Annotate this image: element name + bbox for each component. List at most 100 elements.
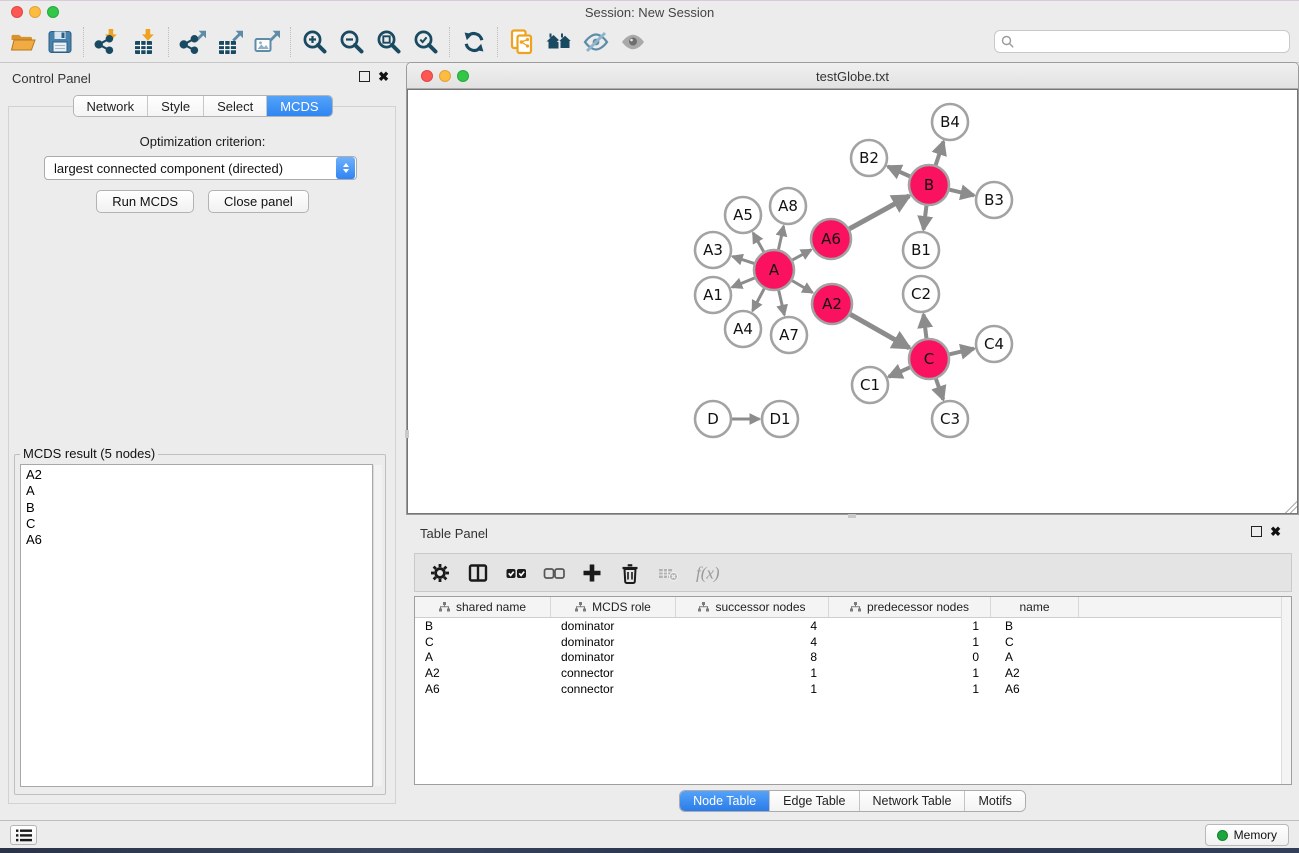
tab-node-table[interactable]: Node Table <box>680 791 769 811</box>
table-cell[interactable]: A <box>415 650 551 666</box>
edge-A-A1[interactable] <box>732 278 755 287</box>
network-window-titlebar[interactable]: testGlobe.txt <box>407 63 1298 89</box>
tab-style[interactable]: Style <box>147 96 203 116</box>
search-input[interactable] <box>1015 35 1289 49</box>
delete-table-button[interactable] <box>657 561 679 585</box>
table-cell[interactable]: connector <box>551 681 676 697</box>
edge-B-B1[interactable] <box>924 206 927 230</box>
table-cell[interactable]: 1 <box>829 681 991 697</box>
column-header-shared-name[interactable]: shared name <box>415 597 551 617</box>
edge-C-C2[interactable] <box>924 314 927 338</box>
run-mcds-button[interactable]: Run MCDS <box>96 190 194 213</box>
table-close-panel-icon[interactable]: ✖ <box>1270 526 1281 537</box>
tab-motifs[interactable]: Motifs <box>964 791 1024 811</box>
search-box[interactable] <box>994 30 1290 53</box>
edge-A-A5[interactable] <box>753 233 764 252</box>
table-row[interactable]: Adominator80A <box>415 650 1291 666</box>
table-row[interactable]: Bdominator41B <box>415 618 1291 634</box>
table-cell[interactable]: B <box>991 618 1079 634</box>
table-row[interactable]: A6connector11A6 <box>415 681 1291 697</box>
import-network-button[interactable] <box>89 25 126 59</box>
vertical-splitter-handle[interactable] <box>405 430 409 438</box>
table-cell[interactable]: A6 <box>415 681 551 697</box>
tab-network-table[interactable]: Network Table <box>859 791 965 811</box>
table-cell[interactable]: connector <box>551 665 676 681</box>
zoom-selected-button[interactable] <box>407 25 444 59</box>
close-panel-button[interactable]: Close panel <box>208 190 309 213</box>
table-cell[interactable]: C <box>991 634 1079 650</box>
zoom-in-button[interactable] <box>296 25 333 59</box>
table-cell[interactable]: A2 <box>415 665 551 681</box>
export-network-button[interactable] <box>174 25 211 59</box>
tab-edge-table[interactable]: Edge Table <box>769 791 858 811</box>
result-scrollbar[interactable] <box>373 465 382 786</box>
deselect-all-checkboxes-button[interactable] <box>543 561 565 585</box>
edge-C-C4[interactable] <box>949 349 974 355</box>
network-overview-button[interactable] <box>503 25 540 59</box>
table-cell[interactable]: 8 <box>676 650 829 666</box>
edge-A-A3[interactable] <box>732 256 754 263</box>
table-cell[interactable]: dominator <box>551 650 676 666</box>
import-table-button[interactable] <box>126 25 163 59</box>
refresh-view-button[interactable] <box>455 25 492 59</box>
result-list-item[interactable]: A <box>26 483 372 499</box>
edge-B-B3[interactable] <box>949 190 974 196</box>
add-row-button[interactable] <box>581 561 603 585</box>
table-cell[interactable]: 0 <box>829 650 991 666</box>
panel-columns-button[interactable] <box>467 561 489 585</box>
edge-A-A7[interactable] <box>779 290 785 315</box>
open-session-button[interactable] <box>4 25 41 59</box>
table-cell[interactable]: B <box>415 618 551 634</box>
table-cell[interactable]: 4 <box>676 618 829 634</box>
table-cell[interactable]: 1 <box>676 665 829 681</box>
table-row[interactable]: A2connector11A2 <box>415 665 1291 681</box>
node-table[interactable]: shared nameMCDS rolesuccessor nodesprede… <box>414 596 1292 785</box>
export-image-button[interactable] <box>248 25 285 59</box>
table-cell[interactable]: 1 <box>829 634 991 650</box>
export-table-button[interactable] <box>211 25 248 59</box>
edge-A-A8[interactable] <box>778 226 783 249</box>
home-view-button[interactable] <box>540 25 577 59</box>
table-row[interactable]: Cdominator41C <box>415 634 1291 650</box>
edge-A-A4[interactable] <box>753 289 765 311</box>
table-scrollbar[interactable] <box>1281 597 1291 784</box>
network-graph[interactable]: AA1A2A3A4A5A6A7A8BB1B2B3B4CC1C2C3C4DD1 <box>408 90 1297 513</box>
column-header-predecessor-nodes[interactable]: predecessor nodes <box>829 597 991 617</box>
close-panel-icon[interactable]: ✖ <box>378 71 389 82</box>
table-cell[interactable]: dominator <box>551 634 676 650</box>
table-cell[interactable]: A <box>991 650 1079 666</box>
toggle-hide-button[interactable] <box>577 25 614 59</box>
save-session-button[interactable] <box>41 25 78 59</box>
task-history-button[interactable] <box>10 825 37 845</box>
table-cell[interactable]: A2 <box>991 665 1079 681</box>
column-header-name[interactable]: name <box>991 597 1079 617</box>
float-panel-icon[interactable] <box>359 71 370 82</box>
tab-select[interactable]: Select <box>203 96 266 116</box>
edge-A-A6[interactable] <box>792 250 811 260</box>
table-float-panel-icon[interactable] <box>1251 526 1262 537</box>
result-list-item[interactable]: A2 <box>26 467 372 483</box>
result-list-item[interactable]: B <box>26 500 372 516</box>
edge-A6-B[interactable] <box>849 196 909 229</box>
table-cell[interactable]: 1 <box>676 681 829 697</box>
show-all-button[interactable] <box>614 25 651 59</box>
criterion-dropdown[interactable]: largest connected component (directed) <box>44 156 357 180</box>
table-cell[interactable]: dominator <box>551 618 676 634</box>
edge-A-A2[interactable] <box>792 281 812 293</box>
table-cell[interactable]: 1 <box>829 618 991 634</box>
resize-grip-icon[interactable] <box>1285 501 1297 513</box>
column-header-successor-nodes[interactable]: successor nodes <box>676 597 829 617</box>
result-list-item[interactable]: A6 <box>26 532 372 548</box>
zoom-fit-button[interactable] <box>370 25 407 59</box>
function-builder-button[interactable]: f(x) <box>695 561 729 585</box>
network-view[interactable]: AA1A2A3A4A5A6A7A8BB1B2B3B4CC1C2C3C4DD1 <box>407 89 1298 514</box>
result-list-item[interactable]: C <box>26 516 372 532</box>
edge-A2-C[interactable] <box>850 314 909 348</box>
column-header-MCDS-role[interactable]: MCDS role <box>551 597 676 617</box>
table-cell[interactable]: C <box>415 634 551 650</box>
attributes-gear-button[interactable] <box>429 561 451 585</box>
edge-C-C1[interactable] <box>889 367 910 376</box>
select-all-checkboxes-button[interactable] <box>505 561 527 585</box>
table-cell[interactable]: 4 <box>676 634 829 650</box>
edge-B-B2[interactable] <box>888 166 910 176</box>
